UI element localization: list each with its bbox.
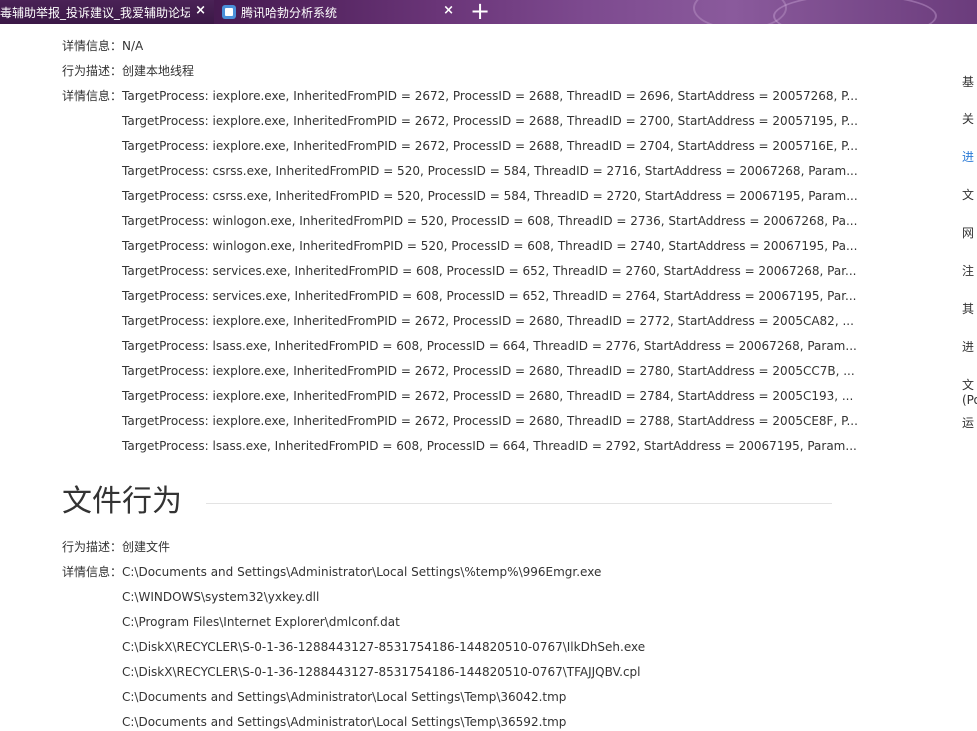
detail-label: 详情信息： (62, 565, 123, 579)
action-value: 创建文件 (122, 540, 171, 554)
tabbar-decoration (773, 0, 937, 24)
thread-text: TargetProcess: winlogon.exe, InheritedFr… (122, 214, 858, 228)
section-divider (206, 503, 832, 504)
section-title-file-behavior: 文件行为 (62, 484, 182, 519)
thread-text: TargetProcess: iexplore.exe, InheritedFr… (122, 414, 858, 428)
side-nav-item[interactable]: 关 (962, 110, 974, 127)
side-nav-item[interactable]: 其 (962, 300, 974, 317)
file-path: C:\WINDOWS\system32\yxkey.dll (122, 590, 320, 604)
thread-text: TargetProcess: lsass.exe, InheritedFromP… (122, 439, 857, 453)
file-path: C:\Program Files\Internet Explorer\dmlco… (122, 615, 400, 629)
side-nav-item[interactable]: 文 (962, 376, 974, 393)
side-nav-item[interactable]: 文 (962, 186, 974, 203)
side-nav-item[interactable]: 基 (962, 73, 974, 90)
thread-text: TargetProcess: iexplore.exe, InheritedFr… (122, 389, 854, 403)
thread-text: TargetProcess: iexplore.exe, InheritedFr… (122, 89, 858, 103)
side-nav-item[interactable]: (Po (962, 393, 977, 407)
habo-logo-icon (222, 5, 236, 19)
file-path: C:\DiskX\RECYCLER\S-0-1-36-1288443127-85… (122, 665, 641, 679)
detail-value: N/A (122, 39, 144, 53)
file-path: C:\Documents and Settings\Administrator\… (122, 565, 602, 579)
file-path: C:\DiskX\RECYCLER\S-0-1-36-1288443127-85… (122, 640, 646, 654)
detail-label: 详情信息： (62, 39, 123, 53)
thread-text: TargetProcess: iexplore.exe, InheritedFr… (122, 114, 858, 128)
tab-forum[interactable]: 毒辅助举报_投诉建议_我爱辅助论坛 × (0, 0, 214, 24)
file-path: C:\Documents and Settings\Administrator\… (122, 690, 567, 704)
side-nav-item[interactable]: 进 (962, 338, 974, 355)
tab-label: 腾讯哈勃分析系统 (241, 5, 338, 20)
close-icon[interactable]: × (195, 3, 206, 18)
thread-text: TargetProcess: iexplore.exe, InheritedFr… (122, 139, 858, 153)
action-value: 创建本地线程 (122, 64, 195, 78)
side-nav-item[interactable]: 注 (962, 262, 974, 279)
tab-habo[interactable]: 腾讯哈勃分析系统 × (216, 0, 462, 24)
thread-text: TargetProcess: lsass.exe, InheritedFromP… (122, 339, 857, 353)
file-path: C:\Documents and Settings\Administrator\… (122, 715, 567, 729)
browser-tab-bar: 毒辅助举报_投诉建议_我爱辅助论坛 × 腾讯哈勃分析系统 × + (0, 0, 977, 24)
tab-label: 毒辅助举报_投诉建议_我爱辅助论坛 (0, 5, 190, 20)
thread-text: TargetProcess: iexplore.exe, InheritedFr… (122, 314, 854, 328)
thread-text: TargetProcess: csrss.exe, InheritedFromP… (122, 164, 858, 178)
side-nav-item[interactable]: 运 (962, 414, 974, 431)
new-tab-icon[interactable]: + (468, 0, 492, 24)
thread-text: TargetProcess: csrss.exe, InheritedFromP… (122, 189, 858, 203)
action-label: 行为描述： (62, 64, 123, 78)
thread-text: TargetProcess: iexplore.exe, InheritedFr… (122, 364, 855, 378)
close-icon[interactable]: × (443, 3, 454, 18)
action-label: 行为描述： (62, 540, 123, 554)
side-nav-item-active[interactable]: 进 (962, 148, 974, 165)
thread-text: TargetProcess: services.exe, InheritedFr… (122, 289, 857, 303)
tabbar-decoration (693, 0, 787, 24)
thread-text: TargetProcess: services.exe, InheritedFr… (122, 264, 857, 278)
detail-label: 详情信息： (62, 89, 123, 103)
side-nav-item[interactable]: 网 (962, 224, 974, 241)
thread-text: TargetProcess: winlogon.exe, InheritedFr… (122, 239, 858, 253)
